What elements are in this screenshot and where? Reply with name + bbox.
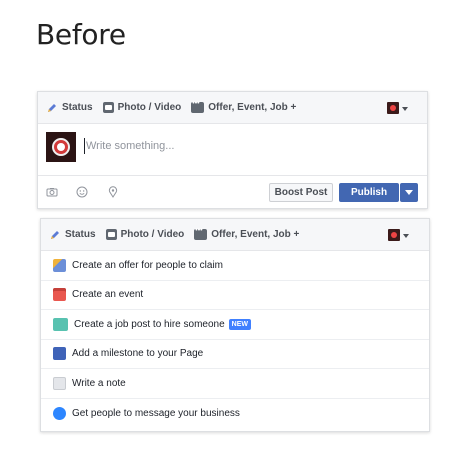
tab-status[interactable]: Status [46,102,93,114]
composer-input[interactable]: Write something... [86,138,174,154]
tab-photo-video-label: Photo / Video [120,229,185,240]
pencil-icon [51,230,59,239]
tab-photo-video[interactable]: Photo / Video [102,102,182,113]
menu-item-milestone[interactable]: Add a milestone to your Page [41,340,429,369]
page-title: Before [36,18,126,51]
messenger-icon [53,406,66,420]
milestone-flag-icon [53,347,66,361]
menu-item-label: Create an event [72,289,144,301]
new-badge: NEW [228,318,251,330]
chevron-down-icon[interactable] [403,234,409,238]
composer-tabbar: Status Photo / Video Offer, Event, Job + [38,92,427,124]
offer-icon [53,258,66,272]
tab-offer-event-job[interactable]: Offer, Event, Job + [191,100,297,113]
camera-icon[interactable] [46,186,58,198]
menu-item-label: Get people to message your business [72,407,240,419]
job-briefcase-icon [53,317,68,331]
menu-item-label: Write a note [72,377,126,389]
page-avatar-switcher[interactable] [388,229,400,241]
composer-area[interactable]: Write something... [38,124,427,176]
menu-item-messenger[interactable]: Get people to message your business [41,399,429,429]
boost-post-button[interactable]: Boost Post [269,183,333,202]
publish-button[interactable]: Publish [339,183,399,202]
tab-photo-video-label: Photo / Video [117,102,182,113]
location-pin-icon[interactable] [107,186,119,198]
tab-status-label: Status [65,229,96,240]
menu-item-job[interactable]: Create a job post to hire someone NEW [41,310,429,340]
note-icon [53,376,66,390]
more-dots-icon [191,100,205,113]
more-dots-icon [194,227,208,240]
menu-item-label: Add a milestone to your Page [72,348,204,360]
tab-offer-event-job-label: Offer, Event, Job + [211,229,300,240]
menu-item-label: Create a job post to hire someone [74,318,225,330]
chevron-down-icon [405,190,413,195]
calendar-icon [53,288,66,302]
menu-item-event[interactable]: Create an event [41,281,429,310]
tab-status[interactable]: Status [49,229,96,241]
menu-item-offer[interactable]: Create an offer for people to claim [41,251,429,281]
composer-card: Status Photo / Video Offer, Event, Job +… [37,91,428,209]
tab-offer-event-job[interactable]: Offer, Event, Job + [194,227,300,240]
menu-item-label: Create an offer for people to claim [72,259,224,271]
text-cursor [84,138,85,154]
tab-photo-video[interactable]: Photo / Video [105,229,185,240]
publish-options-button[interactable] [400,183,418,202]
menu-item-note[interactable]: Write a note [41,369,429,399]
pencil-icon [48,103,56,112]
avatar [46,132,76,162]
post-type-list: Create an offer for people to claim Crea… [41,251,429,428]
tab-offer-event-job-label: Offer, Event, Job + [208,102,297,113]
photo-video-icon [105,229,117,240]
page-avatar-switcher[interactable] [387,102,399,114]
tab-status-label: Status [62,102,93,113]
chevron-down-icon[interactable] [402,107,408,111]
photo-video-icon [102,102,114,113]
post-type-menu-card: Status Photo / Video Offer, Event, Job +… [40,218,430,432]
composer-actionbar: Boost Post Publish [38,176,427,208]
emoji-icon[interactable] [76,186,88,198]
menu-tabbar: Status Photo / Video Offer, Event, Job + [41,219,429,251]
